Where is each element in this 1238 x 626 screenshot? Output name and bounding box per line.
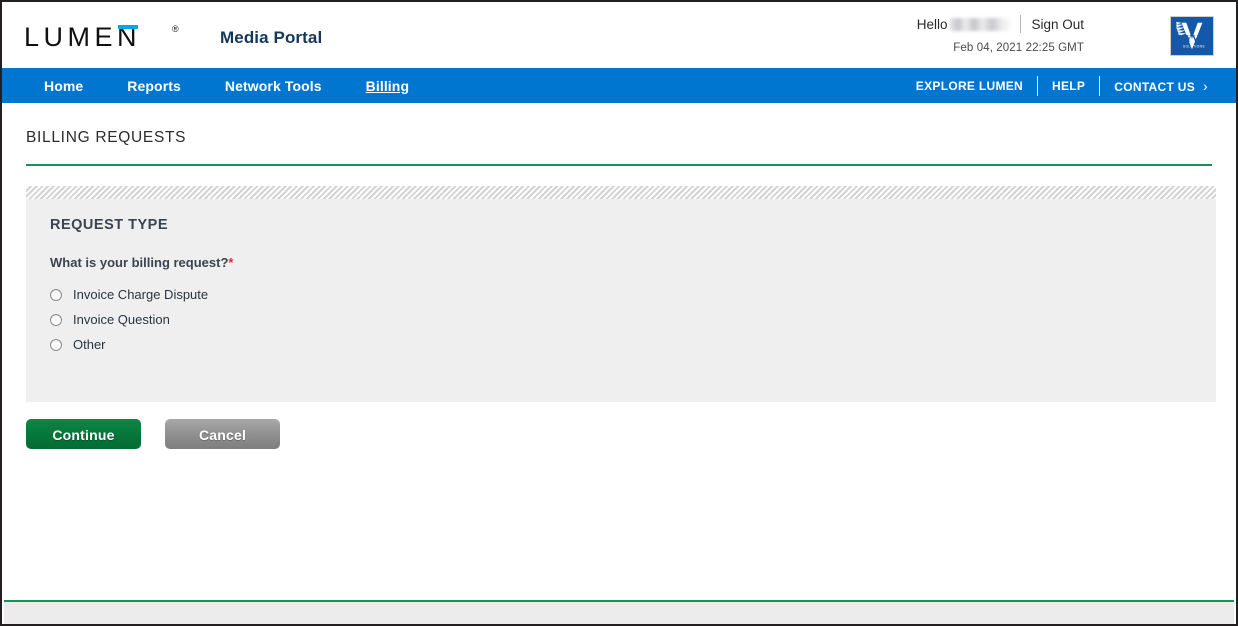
registered-trademark-icon: ® (172, 24, 179, 34)
radio-label: Other (73, 337, 106, 352)
vyvx-logo-mark: VYVX SOLUTIONS (1173, 19, 1211, 53)
radio-label: Invoice Charge Dispute (73, 287, 209, 302)
page-content: BILLING REQUESTS REQUEST TYPE What is yo… (2, 103, 1236, 593)
username-redacted (950, 17, 1011, 31)
primary-nav: Home Reports Network Tools Billing (2, 78, 431, 94)
site-header: LUMEN ® Media Portal Hello Sign Out Feb … (2, 2, 1236, 68)
request-type-panel: REQUEST TYPE What is your billing reques… (26, 186, 1216, 402)
panel-striped-header (26, 186, 1216, 199)
panel-body: REQUEST TYPE What is your billing reques… (26, 199, 1216, 402)
current-datetime: Feb 04, 2021 22:25 GMT (953, 42, 1084, 54)
svg-text:VYVX: VYVX (1178, 35, 1205, 45)
radio-option-invoice-question[interactable]: Invoice Question (50, 307, 1216, 332)
radio-icon[interactable] (50, 288, 62, 301)
sign-out-link[interactable]: Sign Out (1031, 17, 1084, 32)
radio-option-invoice-charge-dispute[interactable]: Invoice Charge Dispute (50, 282, 1216, 307)
hello-label: Hello (916, 16, 948, 32)
required-asterisk: * (228, 255, 234, 270)
page-title: BILLING REQUESTS (26, 129, 187, 146)
nav-item-network-tools[interactable]: Network Tools (203, 78, 344, 94)
user-greeting: Hello Sign Out (917, 15, 1084, 33)
greeting-divider (1020, 15, 1022, 33)
form-actions: Continue Cancel (26, 419, 1212, 449)
main-navigation: Home Reports Network Tools Billing EXPLO… (2, 68, 1236, 103)
nav-contact-us-label: CONTACT US (1114, 79, 1196, 94)
lumen-logo-accent-bar (118, 25, 138, 29)
nav-help[interactable]: HELP (1038, 79, 1099, 93)
nav-item-home[interactable]: Home (22, 78, 105, 94)
nav-divider-2 (1099, 75, 1101, 96)
portal-title: Media Portal (220, 28, 323, 47)
footer-band (4, 602, 1234, 624)
nav-contact-us[interactable]: CONTACT US › (1100, 78, 1222, 94)
page-title-rule (26, 164, 1212, 166)
lumen-logo-text: LUMEN (24, 22, 142, 52)
radio-icon[interactable] (50, 313, 62, 326)
question-label: What is your billing request?* (50, 255, 1216, 270)
radio-option-other[interactable]: Other (50, 332, 1216, 357)
chevron-right-icon: › (1203, 77, 1208, 94)
lumen-logo[interactable]: LUMEN ® (24, 22, 180, 52)
radio-icon[interactable] (50, 338, 62, 351)
vyvx-logo[interactable]: VYVX SOLUTIONS (1170, 16, 1214, 56)
nav-item-reports[interactable]: Reports (105, 78, 203, 94)
continue-button[interactable]: Continue (26, 419, 141, 449)
question-text: What is your billing request? (50, 255, 229, 270)
secondary-nav: EXPLORE LUMEN HELP CONTACT US › (902, 75, 1222, 96)
vyvx-logo-svg: VYVX SOLUTIONS (1175, 21, 1206, 50)
cancel-button[interactable]: Cancel (165, 419, 280, 449)
nav-explore-lumen[interactable]: EXPLORE LUMEN (902, 79, 1037, 93)
nav-item-billing[interactable]: Billing (344, 78, 431, 94)
panel-heading: REQUEST TYPE (50, 217, 168, 233)
nav-divider-1 (1037, 75, 1039, 96)
svg-text:SOLUTIONS: SOLUTIONS (1183, 44, 1205, 48)
radio-label: Invoice Question (73, 312, 170, 327)
browser-page: LUMEN ® Media Portal Hello Sign Out Feb … (0, 0, 1238, 626)
